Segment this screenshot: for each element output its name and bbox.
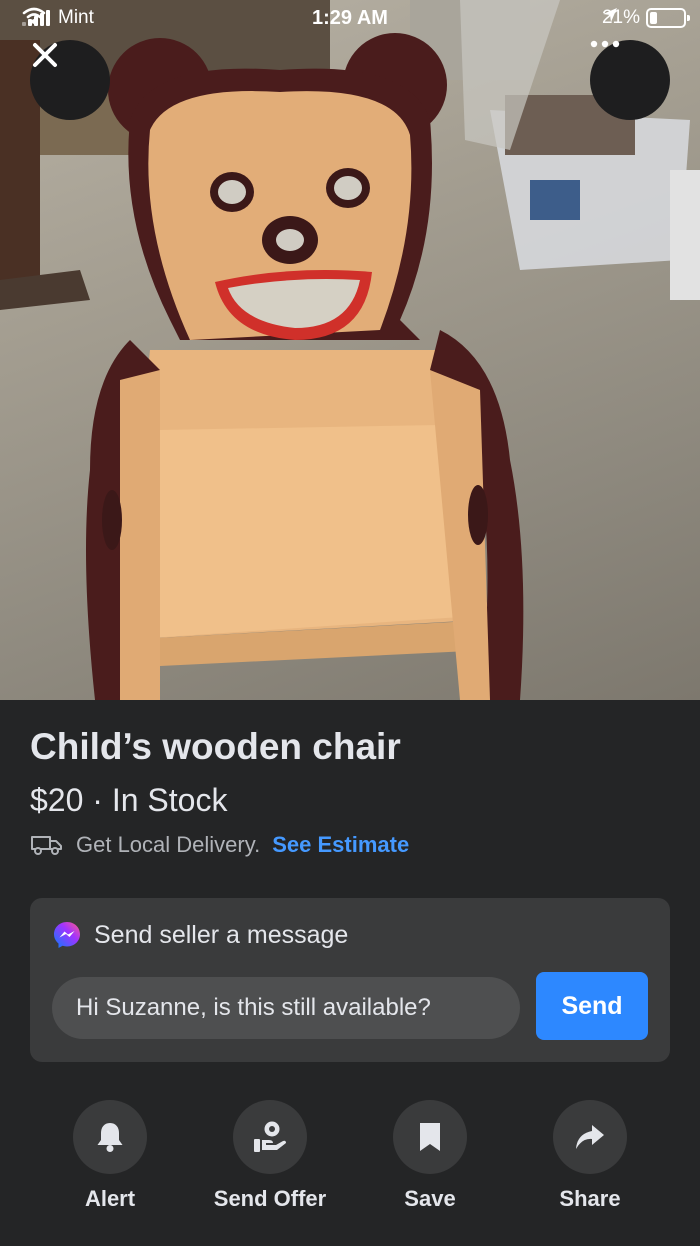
message-heading: Send seller a message: [52, 920, 348, 950]
status-bar: Mint 1:29 AM 21%: [0, 0, 700, 40]
alert-label: Alert: [84, 1186, 136, 1211]
delivery-row: Get Local Delivery. See Estimate: [30, 832, 409, 858]
close-button[interactable]: [30, 40, 110, 120]
alert-circle[interactable]: [73, 1100, 147, 1174]
battery-icon: [646, 8, 690, 28]
truck-icon: [31, 836, 62, 855]
bookmark-icon: [420, 1123, 440, 1151]
more-dots-icon: [590, 40, 620, 48]
message-input[interactable]: Hi Suzanne, is this still available?: [52, 977, 520, 1039]
send-offer-circle[interactable]: [233, 1100, 307, 1174]
more-options-button[interactable]: [590, 40, 670, 120]
bell-icon: [97, 1123, 123, 1152]
see-estimate-link[interactable]: See Estimate: [272, 832, 409, 858]
listing-details: Child’s wooden chair $20 · In Stock Get …: [0, 700, 700, 1246]
save-circle[interactable]: [393, 1100, 467, 1174]
save-button[interactable]: Save: [350, 1100, 510, 1212]
price-availability: $20 · In Stock: [30, 782, 228, 818]
close-icon: [33, 43, 57, 67]
status-right: 21%: [602, 7, 690, 29]
alert-button[interactable]: Alert: [30, 1100, 190, 1212]
share-arrow-icon: [576, 1125, 604, 1149]
send-offer-label: Send Offer: [213, 1186, 327, 1211]
listing-title: Child’s wooden chair: [30, 726, 401, 767]
delivery-text: Get Local Delivery.: [76, 832, 261, 857]
location-arrow-icon: [602, 8, 617, 22]
send-offer-button[interactable]: Send Offer: [190, 1100, 350, 1212]
offer-hand-icon: [254, 1121, 286, 1152]
share-label: Share: [559, 1186, 621, 1211]
listing-photo[interactable]: Mint 1:29 AM 21%: [0, 0, 700, 700]
chair-photo-illustration: [0, 0, 700, 700]
status-time: 1:29 AM: [312, 7, 388, 29]
share-circle[interactable]: [553, 1100, 627, 1174]
message-heading-text: Send seller a message: [94, 920, 349, 949]
save-label: Save: [404, 1186, 456, 1211]
message-seller-card: Send seller a message Hi Suzanne, is thi…: [30, 898, 670, 1062]
messenger-icon: [54, 922, 80, 948]
action-bar: Alert Send Offer Save Share: [0, 1100, 700, 1220]
send-button[interactable]: Send: [536, 972, 648, 1040]
share-button[interactable]: Share: [510, 1100, 670, 1212]
